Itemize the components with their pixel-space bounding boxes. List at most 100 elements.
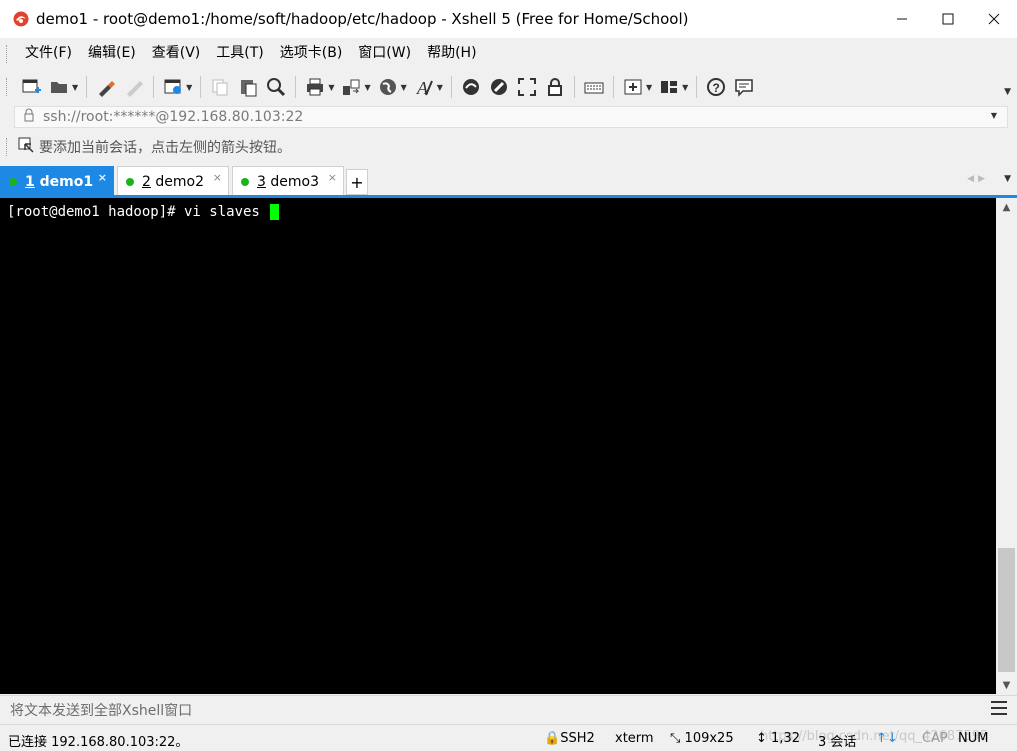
chat-button[interactable] bbox=[730, 73, 758, 101]
disconnect-button[interactable] bbox=[120, 73, 148, 101]
menu-window[interactable]: 窗口(W) bbox=[350, 38, 419, 69]
tab-label: demo1 bbox=[39, 174, 94, 190]
menu-tabs[interactable]: 选项卡(B) bbox=[272, 38, 351, 69]
copy-button[interactable] bbox=[206, 73, 234, 101]
new-window-button[interactable]: ▼ bbox=[159, 73, 195, 101]
tab-bar: 1 demo1 × 2 demo2 × 3 demo3 × + ◀▶ ▼ bbox=[0, 164, 1017, 197]
address-value[interactable]: ssh://root:******@192.168.80.103:22 bbox=[43, 109, 303, 125]
lock-icon bbox=[23, 108, 35, 126]
chevron-down-icon[interactable]: ▼ bbox=[991, 111, 997, 120]
transfer-button[interactable]: ▼ bbox=[337, 73, 373, 101]
add-session-arrow-icon[interactable] bbox=[17, 136, 35, 158]
compose-input[interactable]: 将文本发送到全部Xshell窗口 bbox=[10, 700, 192, 720]
menu-tools[interactable]: 工具(T) bbox=[208, 38, 271, 69]
help-icon: ? bbox=[705, 76, 727, 98]
window-title: demo1 - root@demo1:/home/soft/hadoop/etc… bbox=[36, 10, 689, 28]
toolbar-grip bbox=[6, 78, 9, 96]
menu-help[interactable]: 帮助(H) bbox=[419, 38, 484, 69]
menu-grip bbox=[6, 44, 9, 63]
tab-demo2[interactable]: 2 demo2 × bbox=[117, 166, 229, 197]
layout-icon bbox=[658, 76, 680, 98]
chevron-down-icon: ▼ bbox=[186, 82, 193, 92]
tab-number: 2 bbox=[142, 174, 151, 190]
minimize-button[interactable] bbox=[879, 0, 925, 38]
toolbar: ▼ ▼ ▼ ▼ ▼ A ▼ ▼ ▼ ? ▼ bbox=[0, 69, 1017, 105]
tab-number: 1 bbox=[25, 174, 35, 190]
layout-button[interactable]: ▼ bbox=[655, 73, 691, 101]
add-button[interactable]: ▼ bbox=[619, 73, 655, 101]
toolbar-overflow-icon[interactable]: ▼ bbox=[1004, 87, 1011, 97]
keyboard-button[interactable] bbox=[580, 73, 608, 101]
terminal-scrollbar[interactable]: ▲ ▼ bbox=[996, 198, 1017, 694]
new-session-button[interactable] bbox=[17, 73, 45, 101]
menu-edit[interactable]: 编辑(E) bbox=[80, 38, 144, 69]
lock-icon: 🔒 bbox=[544, 731, 561, 746]
chevron-down-icon: ▼ bbox=[400, 82, 407, 92]
protocol-status: 🔒SSH2 bbox=[544, 731, 595, 746]
scroll-down-icon[interactable]: ▼ bbox=[996, 676, 1017, 694]
chevron-down-icon: ▼ bbox=[364, 82, 371, 92]
help-button[interactable]: ? bbox=[702, 73, 730, 101]
scroll-up-icon[interactable]: ▲ bbox=[996, 198, 1017, 216]
address-bar[interactable]: ssh://root:******@192.168.80.103:22 ▼ bbox=[14, 106, 1008, 128]
print-button[interactable]: ▼ bbox=[301, 73, 337, 101]
tab-close-icon[interactable]: × bbox=[98, 171, 107, 184]
maximize-icon bbox=[942, 13, 954, 25]
keyboard-icon bbox=[583, 76, 605, 98]
svg-text:?: ? bbox=[713, 81, 720, 95]
xftp-button[interactable] bbox=[457, 73, 485, 101]
close-button[interactable] bbox=[971, 0, 1017, 38]
print-icon bbox=[304, 76, 326, 98]
chevron-down-icon: ▼ bbox=[328, 82, 335, 92]
open-session-button[interactable]: ▼ bbox=[45, 73, 81, 101]
scrollbar-thumb[interactable] bbox=[998, 548, 1015, 672]
tab-close-icon[interactable]: × bbox=[328, 171, 337, 184]
status-bar: 已连接 192.168.80.103:22。 https://blog.csdn… bbox=[0, 724, 1017, 751]
menu-view[interactable]: 查看(V) bbox=[144, 38, 209, 69]
new-session-icon bbox=[20, 76, 42, 98]
reconnect-button[interactable] bbox=[92, 73, 120, 101]
lock-button[interactable] bbox=[541, 73, 569, 101]
font-button[interactable]: A ▼ bbox=[410, 73, 446, 101]
xmanager-icon bbox=[488, 76, 510, 98]
session-status-dot bbox=[241, 178, 249, 186]
num-lock-indicator: NUM bbox=[958, 731, 989, 746]
terminal[interactable]: [root@demo1 hadoop]# vi slaves bbox=[0, 198, 996, 694]
globe-button[interactable]: ▼ bbox=[374, 73, 410, 101]
tab-label: demo2 bbox=[155, 174, 204, 190]
menu-bar: 文件(F) 编辑(E) 查看(V) 工具(T) 选项卡(B) 窗口(W) 帮助(… bbox=[0, 38, 1017, 69]
tab-list-chevron-icon[interactable]: ▼ bbox=[1004, 174, 1011, 184]
minimize-icon bbox=[897, 18, 907, 20]
close-icon bbox=[988, 13, 1000, 25]
disconnect-icon bbox=[123, 76, 145, 98]
copy-icon bbox=[209, 76, 231, 98]
tab-scroll-arrows-icon[interactable]: ◀▶ bbox=[967, 174, 989, 184]
fullscreen-button[interactable] bbox=[513, 73, 541, 101]
find-icon bbox=[265, 76, 287, 98]
terminal-size: ⤡ 109x25 bbox=[670, 731, 734, 746]
paste-button[interactable] bbox=[234, 73, 262, 101]
xmanager-button[interactable] bbox=[485, 73, 513, 101]
compose-bar[interactable]: 将文本发送到全部Xshell窗口 bbox=[0, 695, 1017, 723]
tab-label: demo3 bbox=[270, 174, 319, 190]
hint-grip bbox=[6, 138, 9, 156]
xshell-logo-icon bbox=[12, 10, 30, 28]
chat-icon bbox=[733, 76, 755, 98]
terminal-line: [root@demo1 hadoop]# vi slaves bbox=[7, 204, 989, 220]
menu-file[interactable]: 文件(F) bbox=[17, 38, 80, 69]
tab-demo3[interactable]: 3 demo3 × bbox=[232, 166, 344, 197]
transfer-icon bbox=[340, 76, 362, 98]
chevron-down-icon: ▼ bbox=[682, 82, 689, 92]
maximize-button[interactable] bbox=[925, 0, 971, 38]
hamburger-menu-icon[interactable] bbox=[991, 701, 1007, 717]
fullscreen-icon bbox=[516, 76, 538, 98]
cursor-position: ↕ 1,32 bbox=[756, 731, 800, 746]
new-tab-button[interactable]: + bbox=[346, 169, 368, 195]
caps-lock-indicator: CAP bbox=[922, 731, 948, 746]
tab-demo1[interactable]: 1 demo1 × bbox=[0, 166, 114, 197]
tab-number: 3 bbox=[257, 174, 266, 190]
find-button[interactable] bbox=[262, 73, 290, 101]
font-icon: A bbox=[413, 76, 435, 98]
tab-close-icon[interactable]: × bbox=[213, 171, 222, 184]
cursor-pos-icon: ↕ bbox=[756, 731, 767, 746]
